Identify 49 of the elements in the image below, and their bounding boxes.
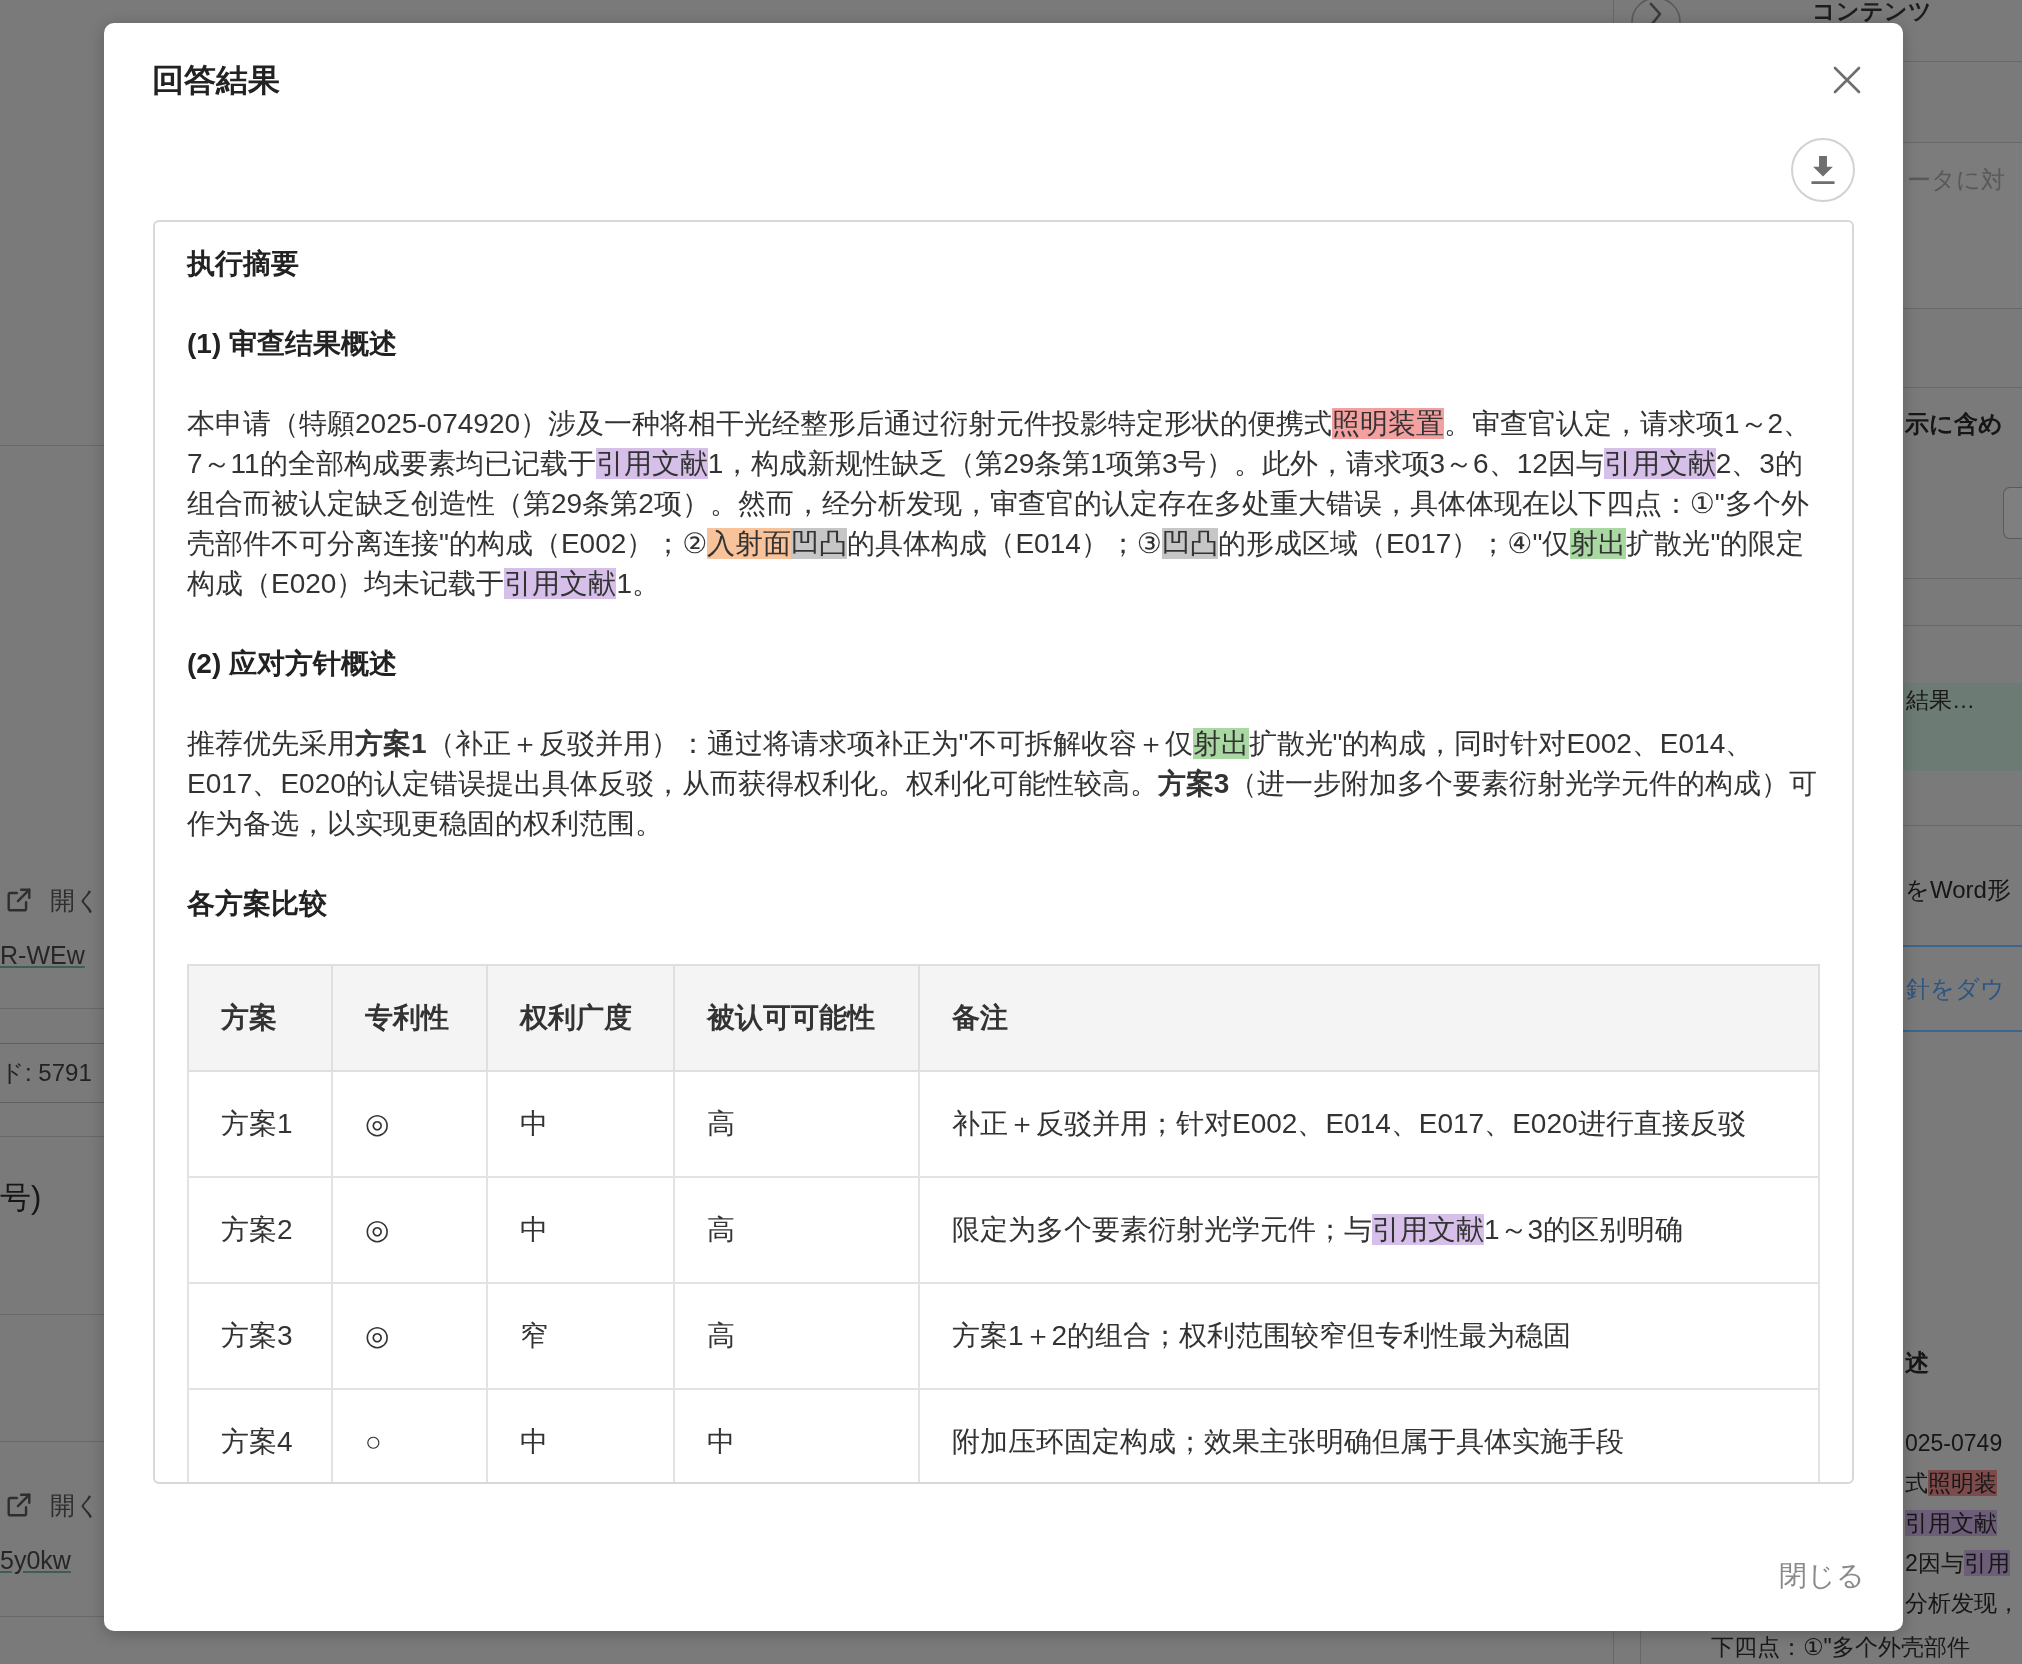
table-cell: 方案1＋2的组合；权利范围较窄但专利性最为稳固 — [919, 1283, 1819, 1389]
summary-line: 025-0749 — [1904, 1429, 2003, 1458]
url-link[interactable]: R-WEw — [0, 937, 85, 973]
footer-close-button[interactable]: 閉じる — [1769, 1544, 1875, 1608]
external-link-icon — [6, 887, 32, 913]
description-text: をWord形 — [1904, 875, 2011, 905]
summary-paragraph: 推荐优先采用方案1（补正＋反驳并用）：通过将请求项补正为"不可拆解收容＋仅射出扩散光"的构成，同时针对E002、E014、E017、E020的认定错误提出具体反驳，从而获得权利化。权利化可能性较高。方案3（进一步附加多个要素衍射光学元件的构成）可作为备选，以实现更稳固的权利范围。 — [187, 727, 1819, 841]
table-cell: 中 — [487, 1177, 674, 1283]
column-header: 权利广度 — [487, 965, 674, 1071]
table-cell: 补正＋反驳并用；针对E002、E014、E017、E020进行直接反驳 — [919, 1071, 1819, 1177]
column-header: 专利性 — [332, 965, 487, 1071]
section-heading: (2) 应对方针概述 — [187, 647, 398, 681]
summary-line: 2因与引用 — [1904, 1549, 2010, 1578]
section-heading: (1) 审查结果概述 — [187, 327, 398, 361]
open-link[interactable]: 開く — [6, 1487, 104, 1523]
summary-line: 下四点：①"多个外壳部件 — [1711, 1633, 1970, 1662]
outline-button[interactable]: 針をダウ — [1903, 945, 2022, 1032]
summary-line: 分析发现， — [1904, 1589, 2020, 1618]
external-link-icon — [6, 1492, 32, 1518]
summary-line: 式照明装 — [1904, 1469, 1997, 1498]
table-cell: 高 — [674, 1177, 919, 1283]
table-cell: 高 — [674, 1071, 919, 1177]
column-header: 方案 — [188, 965, 332, 1071]
table-cell: 方案1 — [188, 1071, 332, 1177]
download-icon — [1811, 156, 1835, 184]
column-header: 备注 — [919, 965, 1819, 1071]
table-cell: 高 — [674, 1283, 919, 1389]
table-cell: ◎ — [332, 1177, 487, 1283]
table-cell: 中 — [487, 1071, 674, 1177]
dialog-title: 回答結果 — [152, 61, 280, 100]
table-cell: 限定为多个要素衍射光学元件；与引用文献1～3的区别明确 — [919, 1177, 1819, 1283]
section-heading: 各方案比较 — [187, 887, 328, 921]
table-cell: 方案3 — [188, 1283, 332, 1389]
column-header: 被认可可能性 — [674, 965, 919, 1071]
close-icon — [1833, 66, 1861, 94]
table-cell: ◎ — [332, 1071, 487, 1177]
table-cell: 窄 — [487, 1283, 674, 1389]
table-cell: ◎ — [332, 1283, 487, 1389]
table-cell: 方案2 — [188, 1177, 332, 1283]
table-cell: 方案4 — [188, 1389, 332, 1482]
section-heading: 述 — [1904, 1348, 1929, 1378]
input-field[interactable] — [2003, 487, 2022, 539]
url-link[interactable]: 5y0kw — [0, 1542, 71, 1578]
section-heading: 号) — [0, 1179, 42, 1217]
option-label: 示に含め — [1904, 409, 2003, 439]
open-link[interactable]: 開く — [6, 882, 104, 918]
section-heading: 执行摘要 — [187, 247, 300, 281]
panel-title: コンテンツ — [1812, 0, 1932, 23]
status-banner: 結果… — [1903, 683, 2022, 771]
